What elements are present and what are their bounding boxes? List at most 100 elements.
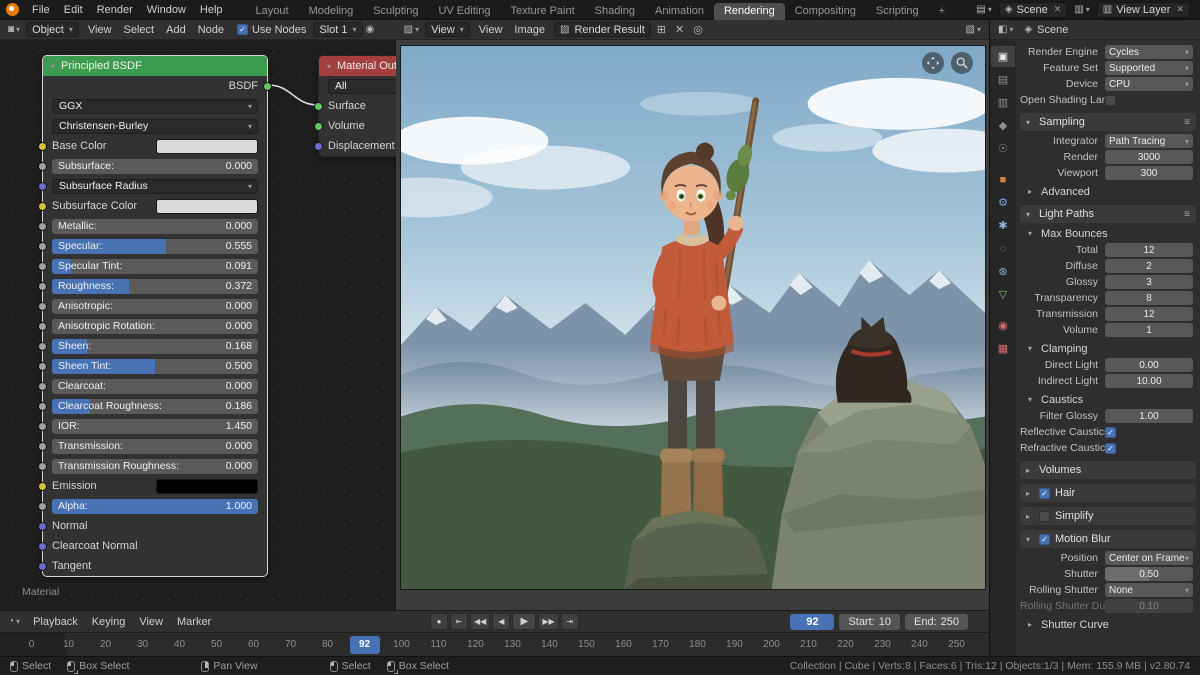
input-socket[interactable] [38, 162, 47, 171]
render-properties-tab[interactable]: ▣ [991, 46, 1015, 67]
pan-view-button[interactable] [922, 52, 944, 74]
slider-alpha[interactable]: Alpha:1.000 [52, 499, 258, 514]
collapse-icon[interactable]: ▾ [327, 62, 331, 71]
tab-modeling[interactable]: Modeling [299, 3, 364, 20]
checkbox-refl-ective-caustics[interactable]: ✓ [1105, 427, 1116, 438]
color-swatch-emission[interactable] [156, 479, 258, 494]
image-mode-dropdown[interactable]: View▾ [425, 22, 470, 37]
menu-render[interactable]: Render [90, 4, 140, 16]
tab-uv-editing[interactable]: UV Editing [428, 3, 500, 20]
value-filter-glossy[interactable]: 1.00 [1105, 409, 1193, 423]
slider-transmission-roughness[interactable]: Transmission Roughness:0.000 [52, 459, 258, 474]
shader-editor[interactable]: ▾Principled BSDF BSDF GGX▾Christensen-Bu… [0, 40, 396, 610]
input-socket[interactable] [38, 382, 47, 391]
value-render[interactable]: 3000 [1105, 150, 1193, 164]
image-menu-image[interactable]: Image [508, 24, 551, 36]
shader-menu-select[interactable]: Select [118, 24, 161, 36]
input-socket[interactable] [38, 302, 47, 311]
input-socket[interactable] [38, 342, 47, 351]
section-sampling[interactable]: ▾Sampling≡ [1020, 113, 1196, 131]
jump-to-end-button[interactable]: ⇥ [561, 613, 579, 630]
slider-specular[interactable]: Specular:0.555 [52, 239, 258, 254]
checkbox-open-shading-language[interactable] [1105, 95, 1116, 106]
value-indirect-light[interactable]: 10.00 [1105, 374, 1193, 388]
shader-menu-node[interactable]: Node [192, 24, 230, 36]
value-transmission[interactable]: 12 [1105, 307, 1193, 321]
material-slot-dropdown[interactable]: Slot 1▾ [313, 22, 362, 37]
tab-texture-paint[interactable]: Texture Paint [500, 3, 584, 20]
unlink-view-layer-icon[interactable]: ✕ [1174, 4, 1184, 15]
tab-scripting[interactable]: Scripting [866, 3, 929, 20]
input-socket[interactable] [38, 402, 47, 411]
dropdown-integrator[interactable]: Path Tracing▾ [1105, 134, 1193, 148]
dropdown-feature-set[interactable]: Supported▾ [1105, 61, 1193, 75]
value-diffuse[interactable]: 2 [1105, 259, 1193, 273]
input-socket[interactable] [38, 362, 47, 371]
physics-properties-tab[interactable]: ◌ [991, 238, 1015, 259]
play-reverse-button[interactable]: ◀ [492, 613, 510, 630]
new-image-button[interactable]: ⊞ [654, 22, 669, 37]
input-socket[interactable] [38, 322, 47, 331]
pin-icon[interactable]: ◎ [690, 22, 706, 37]
input-socket[interactable] [38, 142, 47, 151]
timeline-menu-view[interactable]: View [132, 616, 170, 628]
slider-clearcoat-roughness[interactable]: Clearcoat Roughness:0.186 [52, 399, 258, 414]
input-socket[interactable] [38, 422, 47, 431]
panel-menu-icon[interactable]: ≡ [1184, 209, 1190, 220]
timeline-menu-marker[interactable]: Marker [170, 616, 218, 628]
browse-material-icon[interactable]: ◉ [366, 24, 375, 35]
material-output-node[interactable]: ▾Material Output All▾ SurfaceVolumeDispl… [318, 55, 396, 157]
timeline-menu-playback[interactable]: Playback [26, 616, 85, 628]
input-socket[interactable] [38, 522, 47, 531]
section-light-paths[interactable]: ▾Light Paths≡ [1020, 205, 1196, 223]
scene-properties-tab[interactable]: ◆ [991, 115, 1015, 136]
panel-menu-icon[interactable]: ≡ [1184, 117, 1190, 128]
editor-type-properties-button[interactable]: ◧▾ [995, 23, 1016, 36]
slider-anisotropic[interactable]: Anisotropic:0.000 [52, 299, 258, 314]
frame-end-field[interactable]: End:250 [905, 614, 968, 630]
input-socket[interactable] [314, 102, 323, 111]
menu-help[interactable]: Help [193, 4, 230, 16]
editor-type-shader-button[interactable]: ◙▾ [5, 23, 23, 36]
slider-ior[interactable]: IOR:1.450 [52, 419, 258, 434]
slider-anisotropic-rotation[interactable]: Anisotropic Rotation:0.000 [52, 319, 258, 334]
subsection-advanced[interactable]: ▸Advanced [1016, 183, 1200, 200]
tab-compositing[interactable]: Compositing [785, 3, 866, 20]
section-motion-blur[interactable]: ▾✓Motion Blur [1020, 530, 1196, 548]
slider-sheen-tint[interactable]: Sheen Tint:0.500 [52, 359, 258, 374]
data-properties-tab[interactable]: ▽ [991, 284, 1015, 305]
scene-selector[interactable]: ◈Scene✕ [999, 2, 1067, 18]
constraint-properties-tab[interactable]: ⊛ [991, 261, 1015, 282]
slider-transmission[interactable]: Transmission:0.000 [52, 439, 258, 454]
input-socket[interactable] [38, 482, 47, 491]
timeline-ruler[interactable]: 0102030405060708092100110120130140150160… [0, 632, 989, 656]
principled-bsdf-node[interactable]: ▾Principled BSDF BSDF GGX▾Christensen-Bu… [42, 55, 268, 577]
blender-logo-icon[interactable] [6, 3, 19, 16]
jump-to-start-button[interactable]: ⇤ [450, 613, 468, 630]
tab-layout[interactable]: Layout [246, 3, 299, 20]
value-glossy[interactable]: 3 [1105, 275, 1193, 289]
slider-specular-tint[interactable]: Specular Tint:0.091 [52, 259, 258, 274]
editor-type-image-button[interactable]: ▨▾ [401, 23, 422, 36]
tab-rendering[interactable]: Rendering [714, 3, 785, 20]
slider-clearcoat[interactable]: Clearcoat:0.000 [52, 379, 258, 394]
section-volumes[interactable]: ▸Volumes [1020, 461, 1196, 479]
subsection-clamping[interactable]: ▾Clamping [1016, 340, 1200, 357]
material-properties-tab[interactable]: ◉ [991, 315, 1015, 336]
current-frame-field[interactable]: 92 [790, 614, 834, 630]
input-socket[interactable] [38, 262, 47, 271]
display-channels-dropdown[interactable]: ▧▾ [963, 23, 984, 36]
slider-subsurface[interactable]: Subsurface:0.000 [52, 159, 258, 174]
output-properties-tab[interactable]: ▤ [991, 69, 1015, 90]
world-properties-tab[interactable]: ☉ [991, 138, 1015, 159]
frame-start-field[interactable]: Start:10 [839, 614, 900, 630]
input-socket[interactable] [38, 282, 47, 291]
previous-keyframe-button[interactable]: ◀◀ [470, 613, 490, 630]
timeline-menu-keying[interactable]: Keying [85, 616, 133, 628]
dropdown-position[interactable]: Center on Frame▾ [1105, 551, 1193, 565]
input-socket[interactable] [38, 562, 47, 571]
particle-properties-tab[interactable]: ✱ [991, 215, 1015, 236]
view-layer-selector[interactable]: ▥View Layer✕ [1097, 2, 1190, 18]
input-socket[interactable] [38, 222, 47, 231]
input-socket[interactable] [314, 122, 323, 131]
